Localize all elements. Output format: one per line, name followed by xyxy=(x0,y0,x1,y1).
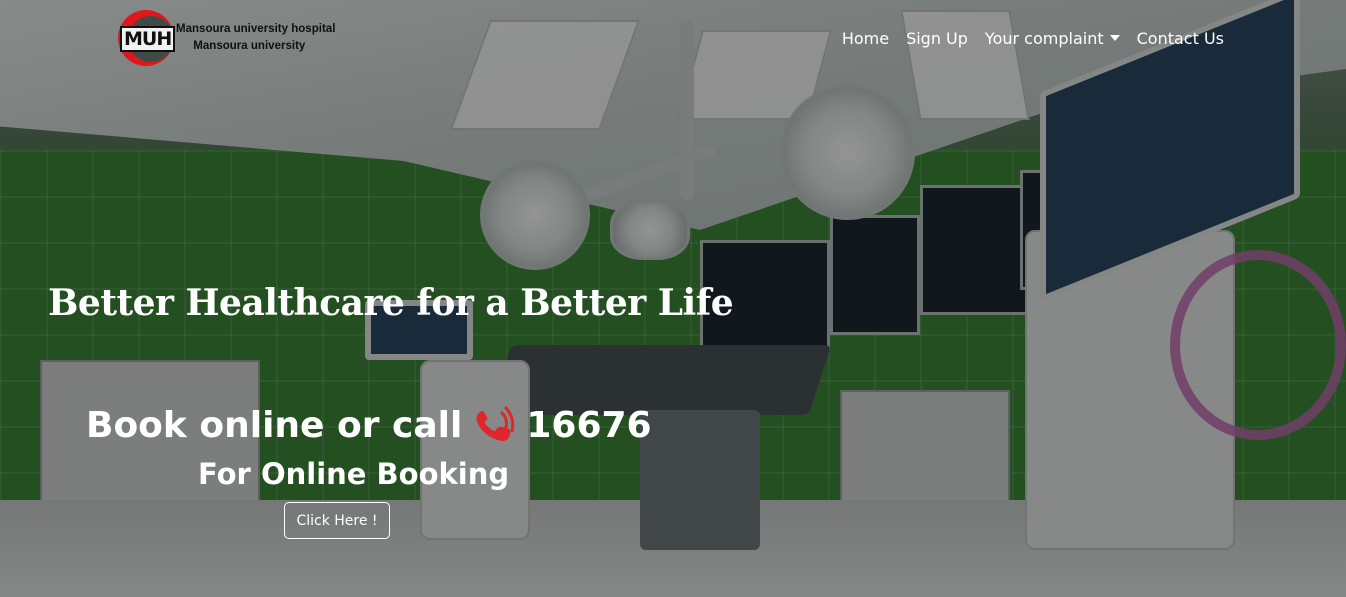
nav-complaint-label: Your complaint xyxy=(984,29,1104,48)
brand[interactable]: MUH Mansoura university hospital Mansour… xyxy=(118,10,342,66)
nav-contact-link[interactable]: Contact Us xyxy=(1137,29,1224,48)
hero-title: Better Healthcare for a Better Life xyxy=(48,282,734,324)
caret-down-icon xyxy=(1109,34,1120,41)
hospital-logo: MUH xyxy=(118,10,176,66)
phone-number: 16676 xyxy=(526,404,652,446)
nav-menu: Home Sign Up Your complaint Contact Us xyxy=(842,29,1224,48)
nav-home-link[interactable]: Home xyxy=(842,29,889,48)
nav-complaint-dropdown[interactable]: Your complaint xyxy=(985,29,1120,48)
brand-line-university: Mansoura university xyxy=(193,38,306,52)
nav-signup-link[interactable]: Sign Up xyxy=(906,29,968,48)
logo-text: MUH xyxy=(120,26,176,52)
click-here-button[interactable]: Click Here ! xyxy=(284,502,390,539)
brand-line-hospital: Mansoura university hospital xyxy=(176,21,336,35)
navbar: MUH Mansoura university hospital Mansour… xyxy=(0,0,1346,80)
book-text: Book online or call xyxy=(86,404,463,446)
online-booking-heading: For Online Booking xyxy=(198,457,510,491)
brand-name: Mansoura university hospital Mansoura un… xyxy=(176,20,342,54)
phone-ringing-icon xyxy=(472,403,518,447)
booking-call-line: Book online or call 16676 xyxy=(86,403,652,447)
